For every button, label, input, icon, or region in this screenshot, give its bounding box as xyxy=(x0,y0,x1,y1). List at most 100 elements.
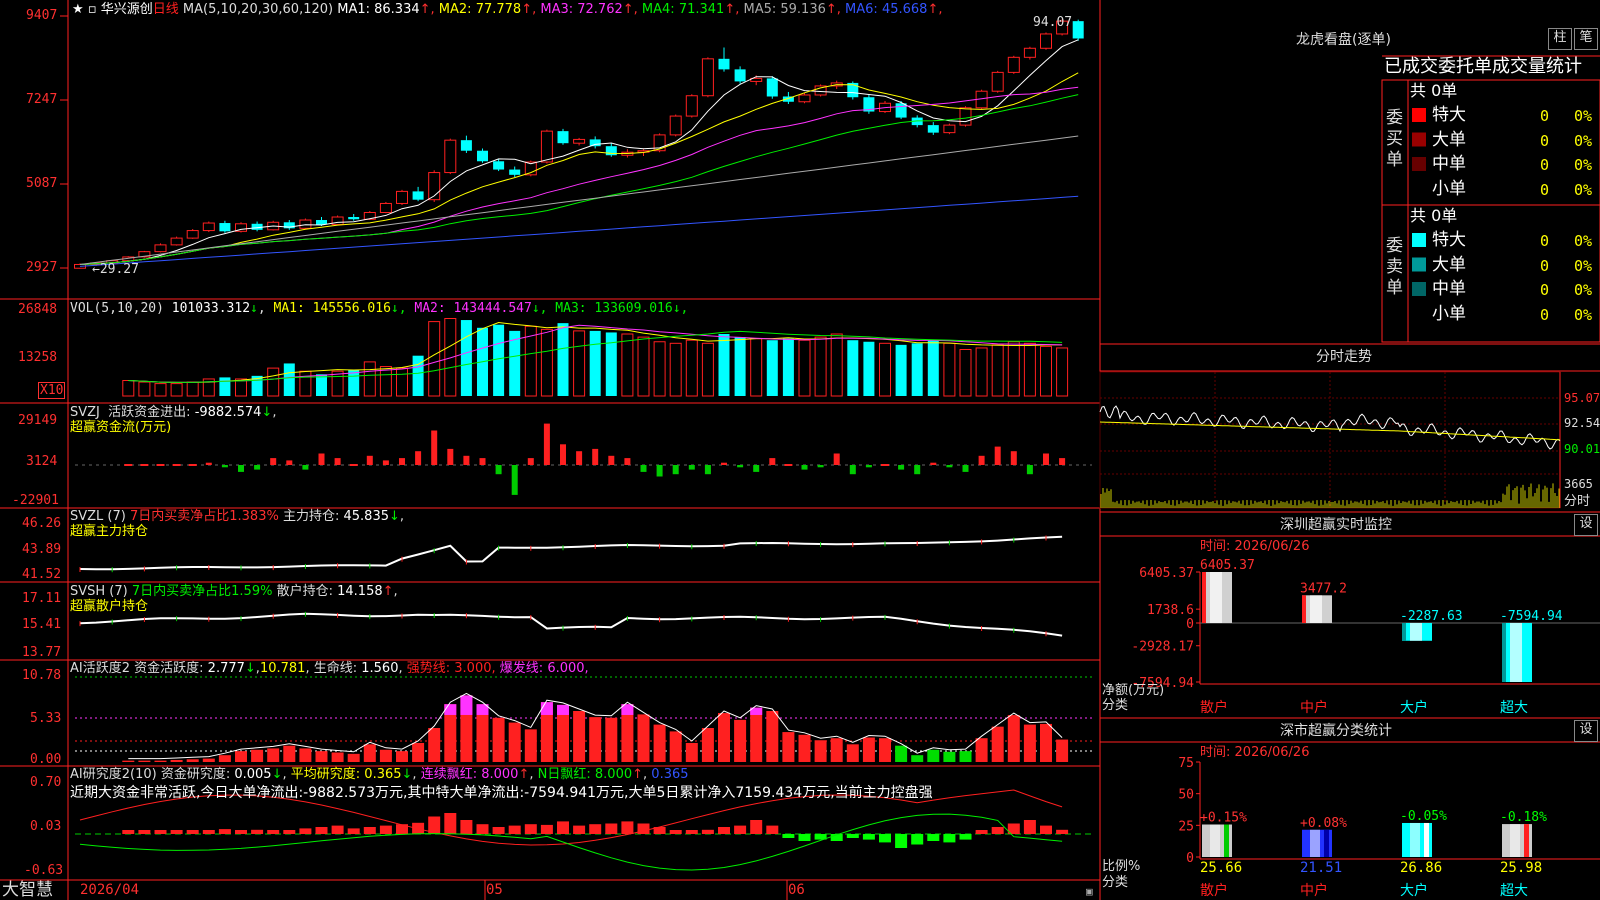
fund-flow-bar xyxy=(399,458,405,465)
monitor-bar-value: -2287.63 xyxy=(1400,609,1463,624)
svzl-title: SVZL (7) xyxy=(70,509,126,524)
activity-bar xyxy=(766,711,779,762)
sc-stats-settings-button[interactable]: 设 xyxy=(1574,720,1598,742)
stats-tick-label: 25 xyxy=(1178,819,1194,834)
activity-bar xyxy=(396,751,408,762)
tab-traded[interactable]: 已成交 xyxy=(1384,56,1438,77)
order-size-label: 大单 xyxy=(1432,254,1466,275)
star-icon[interactable]: ★ ▫ xyxy=(72,2,97,17)
down-arrow-icon: ↓, xyxy=(531,301,556,316)
research-bar xyxy=(218,829,231,834)
research-bar xyxy=(862,834,875,840)
research-bar xyxy=(557,821,569,834)
tab-orders[interactable]: 委托单 xyxy=(1438,56,1492,77)
research-bar xyxy=(879,834,891,843)
dragon-tabs: 已成交委托单成交量统计 xyxy=(1384,56,1582,78)
ai2-cont: 8.000 xyxy=(481,767,519,782)
price-tick: 7247 xyxy=(26,92,58,107)
volume-bar-down xyxy=(219,377,231,396)
fund-flow-bar xyxy=(270,458,277,465)
up-arrow-icon: ↑ xyxy=(382,584,394,599)
tab-volume[interactable]: 成交量 xyxy=(1492,56,1546,77)
sz-monitor-time: 时间: 2026/06/26 xyxy=(1200,539,1309,554)
order-size-label: 特大 xyxy=(1432,230,1466,250)
activity-bar xyxy=(846,744,859,762)
ai2-tick: 0.70 xyxy=(30,775,62,790)
volume-bar-down xyxy=(493,324,505,396)
activity-bar-peak xyxy=(540,702,553,715)
period-label[interactable]: 日线 xyxy=(153,2,179,17)
svzl-header: SVZL (7) 7日内买卖净占比1.383% 主力持仓: 45.835↓, xyxy=(70,509,405,524)
down-arrow-icon: ↓ xyxy=(261,405,273,420)
research-bar xyxy=(685,830,698,834)
monitor-tick-label: 1738.6 xyxy=(1147,603,1194,618)
activity-bar xyxy=(251,749,264,762)
candle-down xyxy=(589,139,601,147)
research-bar xyxy=(460,820,473,834)
ai2-avg-label: 平均研究度: xyxy=(290,767,361,782)
svsh-tick: 13.77 xyxy=(22,645,62,660)
vol-ma-legend-item: MA2: 143444.547 xyxy=(414,301,532,316)
svzj-tick: -22901 xyxy=(12,493,59,508)
stock-name[interactable]: 华兴源创 xyxy=(101,2,153,17)
order-count: 0 xyxy=(1540,131,1550,150)
stats-bar-delta: -0.05% xyxy=(1400,809,1447,824)
price-panel-header: ★ ▫ 华兴源创日线 MA(5,10,20,30,60,120) MA1: 86… xyxy=(72,2,942,17)
ma-line xyxy=(79,72,1079,265)
volume-bar-up xyxy=(959,349,972,397)
ai1-value2: 10.781 xyxy=(259,661,306,676)
stats-category-label: 大户 xyxy=(1400,882,1428,899)
monitor-tick-label: 0 xyxy=(1186,617,1194,632)
svzl-subtitle: 超赢主力持仓 xyxy=(70,524,149,539)
stats-bar-delta: +0.15% xyxy=(1200,810,1247,825)
svzl-tick: 43.89 xyxy=(22,542,62,557)
fund-flow-bar xyxy=(898,465,905,470)
research-bar xyxy=(927,834,940,841)
activity-bar xyxy=(669,731,682,762)
volume-bar-up xyxy=(943,342,956,397)
volume-bar-down xyxy=(927,340,939,396)
activity-bar xyxy=(1040,723,1052,762)
fund-flow-bar xyxy=(124,464,133,466)
fund-flow-bar xyxy=(560,444,566,465)
candle-down xyxy=(557,131,569,144)
tab-stats[interactable]: 统计 xyxy=(1546,56,1582,77)
activity-bar xyxy=(122,760,135,762)
monitor-bar-highlight xyxy=(1510,623,1522,682)
sz-monitor-settings-button[interactable]: 设 xyxy=(1574,514,1598,536)
activity-bar xyxy=(782,732,795,762)
research-bar xyxy=(186,830,199,834)
svzj-tick: 3124 xyxy=(26,454,58,469)
fund-flow-bar xyxy=(286,460,293,465)
bar-mode-button[interactable]: 柱 xyxy=(1548,28,1572,50)
tick-mode-button[interactable]: 笔 xyxy=(1574,28,1598,50)
research-bar xyxy=(605,823,618,834)
sz-monitor-xlabel: 分类 xyxy=(1102,698,1129,713)
fund-flow-bar xyxy=(302,465,309,470)
candle-down xyxy=(1072,21,1084,39)
order-count: 0 xyxy=(1540,256,1550,275)
date-label: 05 xyxy=(486,882,503,898)
up-arrow-icon: ↑, xyxy=(927,2,943,17)
vol-unit-badge[interactable]: X10 xyxy=(38,382,66,399)
activity-bar-peak xyxy=(444,704,457,715)
up-arrow-icon: ↑, xyxy=(622,2,642,17)
activity-bar xyxy=(927,749,940,762)
order-size-label: 特大 xyxy=(1432,105,1466,125)
monitor-bar-highlight xyxy=(1410,623,1422,641)
candle-down xyxy=(460,140,472,151)
research-bar xyxy=(637,823,650,834)
activity-bar xyxy=(267,748,280,762)
research-bar xyxy=(363,827,376,834)
volume-bar-up xyxy=(154,383,167,397)
candle-up xyxy=(991,71,1004,92)
svzj-header: SVZJ 活跃资金进出: -9882.574↓, xyxy=(70,405,277,420)
vol-ma-legend-item: MA1: 145556.016 xyxy=(273,301,391,316)
candle-up xyxy=(1040,33,1052,49)
activity-bar xyxy=(895,745,908,762)
fund-flow-bar xyxy=(994,446,1001,465)
lock-icon[interactable]: ▣ xyxy=(1086,884,1093,899)
research-bar xyxy=(444,813,457,834)
activity-bar xyxy=(879,738,891,762)
volume-bar-up xyxy=(186,381,199,397)
